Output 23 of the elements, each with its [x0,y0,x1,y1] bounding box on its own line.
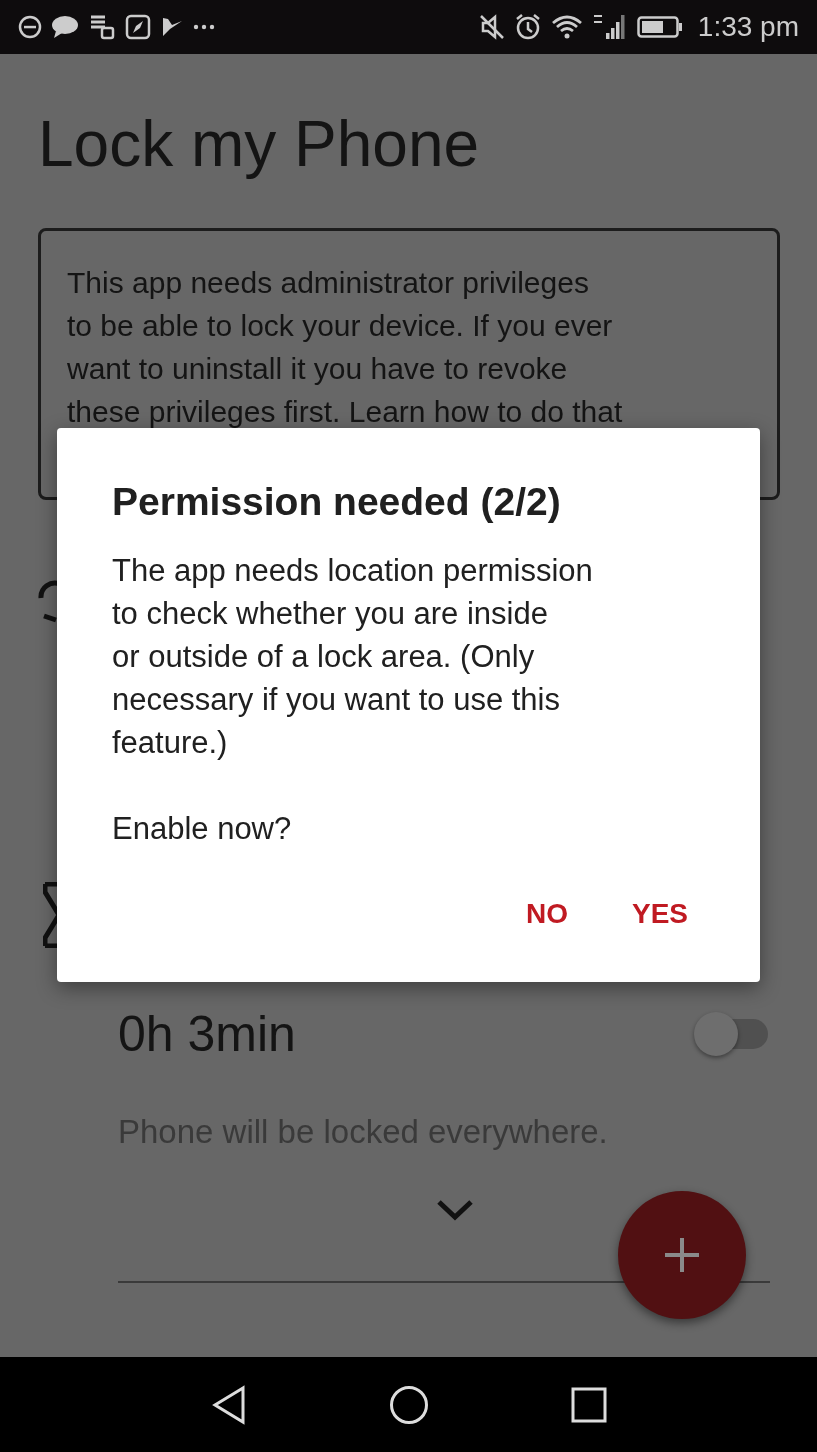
dialog-title: Permission needed (2/2) [112,479,562,525]
dialog-button[interactable]: NO [513,888,580,940]
do-not-disturb-icon [18,15,42,39]
compass-icon [125,14,151,40]
recents-icon[interactable] [570,1386,607,1423]
duration-text: 0h 3min [118,1005,296,1063]
home-icon[interactable] [388,1384,429,1425]
chevron-down-icon[interactable] [436,1199,474,1221]
dialog-button[interactable]: YES [619,888,700,940]
app-title: Lock my Phone [38,107,481,182]
plus-icon [663,1236,701,1274]
more-icon [193,24,215,30]
wifi-icon [550,14,583,40]
chat-bubble-icon [51,15,79,39]
signal-icon [591,13,628,41]
stack-icon [88,13,116,41]
dialog-prompt: Enable now? [112,810,293,848]
info-text: This app needs administrator privileges to be able to lock your device. If you ever want to uninstall it you have to revoke these privileges first. Learn how to do that [67,265,624,430]
battery-icon [636,15,683,39]
dialog-message: The app needs location permission to check whether you are inside or outside of a lock area. (Only necessary if you want to use this feature.) [112,552,594,762]
mute-icon [478,14,505,40]
clock-time: 1:33 pm [697,11,799,43]
back-icon[interactable] [210,1384,247,1425]
